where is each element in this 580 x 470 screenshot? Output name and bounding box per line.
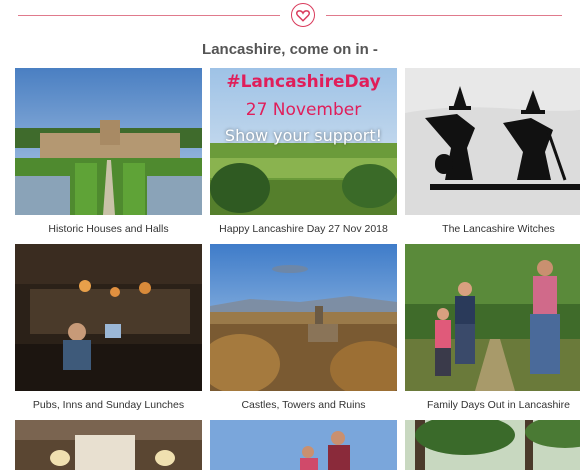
- tile-image-witches[interactable]: [405, 68, 580, 215]
- tile-historic-houses[interactable]: Historic Houses and Halls: [15, 68, 202, 235]
- heart-icon: [296, 9, 310, 22]
- tile-family-days-out[interactable]: Family Days Out in Lancashire: [405, 244, 580, 411]
- tile-caption[interactable]: Happy Lancashire Day 27 Nov 2018: [210, 223, 397, 235]
- tile-image-row3-2[interactable]: [210, 420, 397, 470]
- tile-image-historic-houses[interactable]: [15, 68, 202, 215]
- tile-row3-3[interactable]: [405, 420, 580, 470]
- promo-tagline: Show your support!: [224, 126, 383, 145]
- page-title: Lancashire, come on in -: [202, 41, 378, 58]
- heart-badge: [291, 3, 315, 27]
- promo-hashtag: #LancashireDay: [226, 72, 381, 92]
- tile-caption[interactable]: Family Days Out in Lancashire: [405, 399, 580, 411]
- tile-pubs-inns[interactable]: Pubs, Inns and Sunday Lunches: [15, 244, 202, 411]
- tile-image-row3-1[interactable]: [15, 420, 202, 470]
- tile-caption[interactable]: Castles, Towers and Ruins: [210, 399, 397, 411]
- divider-line-left: [18, 15, 280, 16]
- tile-image-family[interactable]: [405, 244, 580, 391]
- tile-lancashire-witches[interactable]: The Lancashire Witches: [405, 68, 580, 235]
- divider-line-right: [326, 15, 562, 16]
- tile-image-lancashire-day[interactable]: #LancashireDay 27 November Show your sup…: [210, 68, 397, 215]
- tile-lancashire-day[interactable]: #LancashireDay 27 November Show your sup…: [210, 68, 397, 235]
- tile-caption[interactable]: The Lancashire Witches: [405, 223, 580, 235]
- tile-caption[interactable]: Pubs, Inns and Sunday Lunches: [15, 399, 202, 411]
- tile-row3-1[interactable]: [15, 420, 202, 470]
- tile-image-row3-3[interactable]: [405, 420, 580, 470]
- promo-date: 27 November: [245, 100, 362, 120]
- tile-caption[interactable]: Historic Houses and Halls: [15, 223, 202, 235]
- header-divider: [0, 0, 580, 32]
- tile-image-pubs[interactable]: [15, 244, 202, 391]
- tile-image-castles[interactable]: [210, 244, 397, 391]
- tile-row3-2[interactable]: [210, 420, 397, 470]
- tile-castles-towers[interactable]: Castles, Towers and Ruins: [210, 244, 397, 411]
